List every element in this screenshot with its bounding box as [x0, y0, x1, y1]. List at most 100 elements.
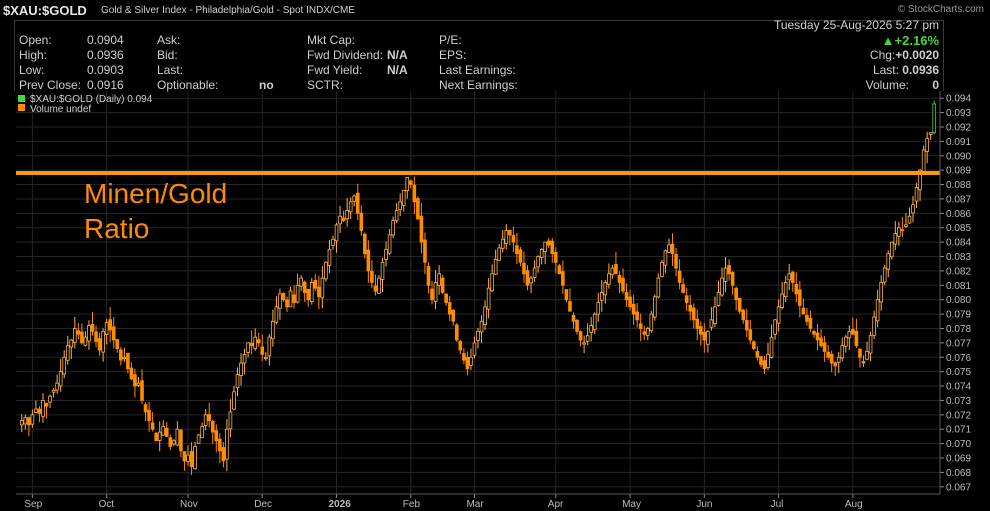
candle-body: [500, 238, 505, 249]
y-tick-label: 0.085: [946, 223, 971, 234]
change-percent-value: +2.16%: [894, 33, 939, 48]
candle-body: [798, 289, 802, 306]
candle-body: [907, 215, 912, 224]
candle-body: [462, 353, 466, 361]
security-description: Gold & Silver Index - Philadelphia/Gold …: [101, 5, 355, 16]
candle-body: [759, 356, 763, 365]
x-tick-label: Aug: [845, 499, 863, 510]
candle-body: [147, 409, 151, 421]
candle-body: [235, 374, 240, 389]
candle-body: [122, 356, 127, 359]
candle-body: [242, 353, 247, 364]
x-tick-label: Sep: [24, 499, 42, 510]
candle-body: [398, 201, 402, 211]
y-axis: 0.094 0.093 0.092 0.091 0.090 0.089 0.088 0.087…: [939, 91, 971, 494]
stockcharts-credit[interactable]: © StockCharts.com: [898, 4, 984, 15]
candle-body: [338, 215, 342, 225]
candle-body: [702, 331, 707, 341]
candle-body: [515, 245, 519, 255]
candle-body: [893, 233, 898, 245]
candle-body: [118, 349, 123, 361]
candle-body: [815, 332, 820, 341]
candle-body: [546, 240, 551, 246]
y-tick-label: 0.076: [946, 353, 971, 364]
y-tick-label: 0.080: [946, 295, 971, 306]
candle-body: [214, 430, 219, 442]
candle-body: [253, 336, 257, 350]
candle-body: [847, 330, 852, 339]
candle-body: [58, 371, 63, 387]
high-value: 0.0936: [87, 48, 124, 62]
candle-body: [833, 362, 838, 367]
y-tick-label: 0.087: [946, 194, 971, 205]
candle-body: [341, 217, 346, 221]
candle-body: [904, 224, 908, 227]
candle-body: [405, 176, 410, 192]
fwd-dividend-value: N/A: [387, 48, 408, 62]
candle-body: [83, 336, 88, 346]
candle-body: [631, 303, 636, 315]
candle-body: [748, 329, 753, 341]
x-tick-label: Apr: [548, 499, 564, 510]
candle-body: [161, 425, 166, 436]
ask-label: Ask:: [157, 33, 181, 47]
candle-body: [203, 414, 208, 426]
candle-body: [836, 356, 841, 363]
candle-body: [179, 429, 183, 452]
y-tick-label: 0.083: [946, 252, 971, 263]
candle-body: [607, 273, 611, 285]
candle-body: [44, 402, 49, 407]
candle-body: [801, 307, 806, 315]
last-earnings-label: Last Earnings:: [439, 63, 516, 77]
candle-body: [380, 261, 385, 280]
candle-body: [465, 357, 470, 370]
candle-body: [695, 318, 700, 329]
candle-body: [844, 336, 848, 347]
candle-body: [479, 320, 484, 333]
candle-body: [599, 292, 604, 301]
candle-body: [157, 431, 162, 441]
candle-body: [164, 427, 169, 437]
candle-body: [875, 299, 880, 322]
candle-body: [762, 360, 767, 370]
candle-body: [256, 339, 261, 344]
optionable-label: Optionable:: [157, 78, 219, 92]
x-tick-label: May: [622, 499, 641, 510]
candle-body: [193, 446, 197, 470]
candle-body: [136, 382, 141, 386]
candle-body: [568, 301, 572, 312]
candle-body: [699, 326, 703, 335]
candle-body: [186, 454, 190, 462]
candle-body: [776, 306, 781, 324]
candle-body: [225, 428, 229, 460]
chg-value: +0.0020: [895, 48, 939, 62]
x-tick-label: Jun: [696, 499, 712, 510]
candle-body: [115, 339, 120, 350]
annotation-line-1: Minen/Gold: [84, 178, 227, 209]
candle-body: [232, 391, 236, 410]
candle-body: [207, 414, 212, 421]
candle-body: [592, 313, 597, 331]
candle-body: [41, 400, 45, 417]
candle-body: [681, 284, 685, 293]
candle-body: [104, 322, 109, 335]
candle-body: [309, 282, 314, 303]
y-tick-label: 0.078: [946, 324, 971, 335]
chart-legend: $XAU:$GOLD (Daily) 0.094 Volume undef: [18, 94, 153, 115]
y-tick-label: 0.067: [946, 482, 971, 493]
candle-body: [822, 342, 827, 352]
up-arrow-icon: ▲: [881, 33, 895, 48]
candle-body: [416, 198, 420, 220]
candle-body: [734, 287, 738, 301]
candle-body: [108, 319, 112, 331]
y-tick-label: 0.088: [946, 180, 971, 191]
y-tick-label: 0.069: [946, 454, 971, 465]
candle-body: [529, 277, 533, 284]
candle-body: [522, 262, 526, 275]
y-tick-label: 0.079: [946, 310, 971, 321]
candle-body: [614, 263, 618, 275]
y-tick-label: 0.072: [946, 410, 971, 421]
candle-body: [504, 230, 509, 244]
candle-body: [101, 330, 105, 353]
candle-body: [744, 320, 749, 331]
